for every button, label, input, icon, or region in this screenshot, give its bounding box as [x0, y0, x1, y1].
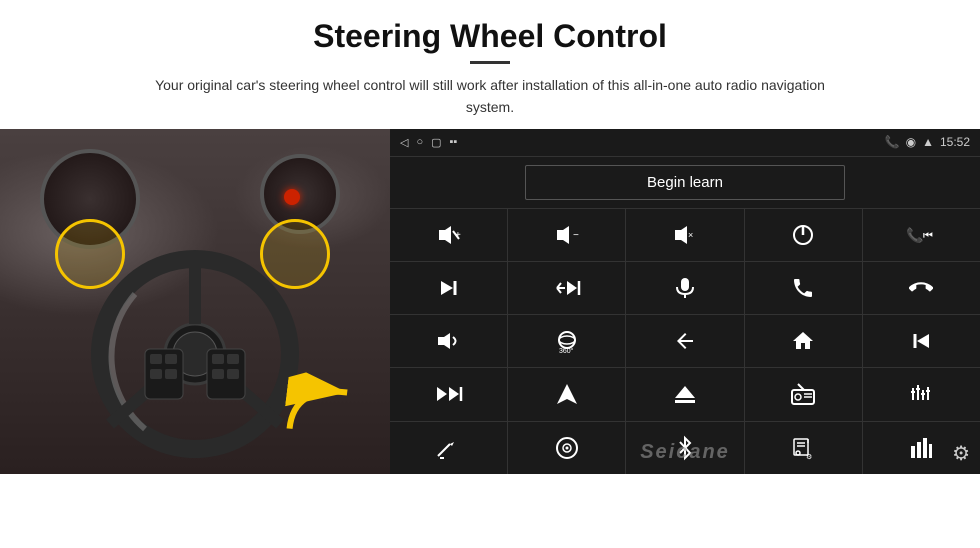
status-left: ◁ ○ ▢ ▪▪ — [400, 136, 457, 149]
svg-text:⏮: ⏮ — [923, 230, 933, 242]
signal-icon: ▪▪ — [450, 136, 458, 148]
time-display: 15:52 — [940, 135, 970, 149]
yellow-circle-left — [55, 219, 125, 289]
navigate-button[interactable] — [508, 368, 625, 420]
subtitle-text: Your original car's steering wheel contr… — [140, 74, 840, 119]
mic-button[interactable] — [626, 262, 743, 314]
android-screen: ◁ ○ ▢ ▪▪ 📞 ◉ ▲ 15:52 Begin learn — [390, 129, 980, 474]
svg-text:×: × — [688, 230, 693, 240]
warning-light — [284, 189, 300, 205]
photo-inner — [0, 129, 390, 474]
prev-track-button[interactable] — [863, 315, 980, 367]
eject-button[interactable] — [626, 368, 743, 420]
power-button[interactable] — [745, 209, 862, 261]
home-nav-icon[interactable]: ○ — [416, 136, 423, 148]
yellow-circle-right — [260, 219, 330, 289]
page-wrapper: Steering Wheel Control Your original car… — [0, 0, 980, 548]
svg-text:⚙: ⚙ — [806, 453, 812, 461]
wifi-icon: ▲ — [922, 135, 934, 149]
begin-learn-button[interactable]: Begin learn — [525, 165, 845, 200]
voice-edit-button[interactable] — [390, 422, 507, 474]
svg-text:+: + — [455, 230, 461, 241]
music-button[interactable]: ⚙ — [745, 422, 862, 474]
controls-grid: + − × 📞⏮ — [390, 208, 980, 474]
begin-learn-row: Begin learn — [390, 157, 980, 208]
phone-icon: 📞 — [885, 135, 900, 149]
fast-forward-button[interactable] — [390, 368, 507, 420]
vol-down-button[interactable]: − — [508, 209, 625, 261]
status-right: 📞 ◉ ▲ 15:52 — [885, 135, 970, 149]
end-call-button[interactable] — [863, 262, 980, 314]
call-prev-button[interactable]: 📞⏮ — [863, 209, 980, 261]
back-button[interactable] — [626, 315, 743, 367]
skip-button[interactable] — [508, 262, 625, 314]
vol-up-button[interactable]: + — [390, 209, 507, 261]
radio-button[interactable] — [745, 368, 862, 420]
svg-text:−: − — [573, 230, 579, 241]
steering-btn[interactable] — [508, 422, 625, 474]
location-icon: ◉ — [906, 135, 916, 149]
back-nav-icon[interactable]: ◁ — [400, 136, 408, 149]
home-button[interactable] — [745, 315, 862, 367]
page-title: Steering Wheel Control — [60, 18, 920, 55]
recents-nav-icon[interactable]: ▢ — [431, 136, 441, 149]
bluetooth-button[interactable] — [626, 422, 743, 474]
mute-button[interactable]: × — [626, 209, 743, 261]
photo-section — [0, 129, 390, 474]
header-section: Steering Wheel Control Your original car… — [0, 0, 980, 129]
svg-text:📞: 📞 — [906, 226, 924, 244]
content-row: ◁ ○ ▢ ▪▪ 📞 ◉ ▲ 15:52 Begin learn — [0, 129, 980, 548]
next-track-button[interactable] — [390, 262, 507, 314]
camera-360-button[interactable]: 360° — [508, 315, 625, 367]
settings-gear-icon[interactable]: ⚙ — [952, 441, 970, 466]
svg-text:360°: 360° — [559, 347, 574, 354]
equalizer-button[interactable] — [863, 368, 980, 420]
android-status-bar: ◁ ○ ▢ ▪▪ 📞 ◉ ▲ 15:52 — [390, 129, 980, 157]
call-button[interactable] — [745, 262, 862, 314]
speaker-button[interactable] — [390, 315, 507, 367]
title-divider — [470, 61, 510, 64]
